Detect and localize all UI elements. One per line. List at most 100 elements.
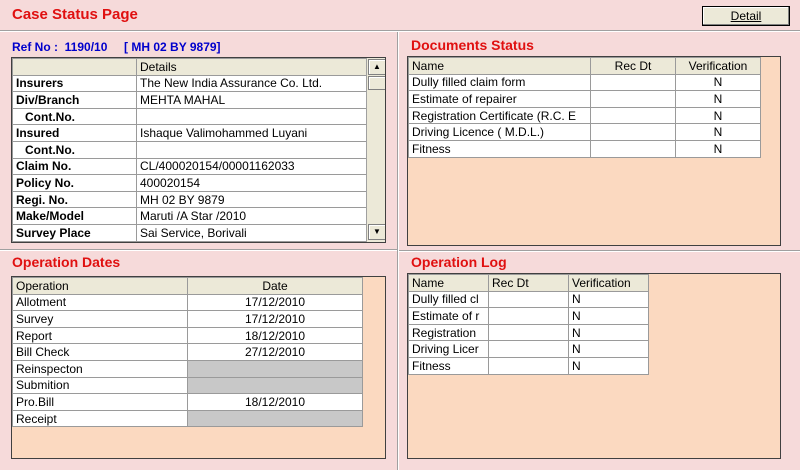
details-value <box>136 140 367 159</box>
table-row[interactable]: Bill Check 27/12/2010 <box>12 343 363 361</box>
table-cell: Driving Licer <box>408 340 489 358</box>
operation-dates-table: Operation Date Allotment 17/12/2010 Survey 1… <box>12 277 363 428</box>
table-row[interactable]: Registration Certificate (R.C. E N <box>408 106 761 125</box>
column-header[interactable]: Rec Dt <box>590 57 676 75</box>
operation-dates-header-row: Operation Date <box>12 277 363 295</box>
details-label: Div/Branch <box>12 91 137 109</box>
table-cell: Fitness <box>408 356 489 375</box>
table-row[interactable]: Cont.No. <box>12 140 367 159</box>
table-cell: Survey <box>12 310 188 328</box>
table-cell: N <box>568 290 649 309</box>
table-row[interactable]: Insured Ishaque Valimohammed Luyani <box>12 124 367 142</box>
table-row[interactable]: Cont.No. <box>12 107 367 126</box>
details-grid[interactable]: Details Insurers The New India Assurance … <box>11 57 386 243</box>
column-header[interactable]: Verification <box>675 57 761 75</box>
details-value: Sai Service, Borivali <box>136 223 367 242</box>
table-row[interactable]: Estimate of repairer N <box>408 90 761 108</box>
scroll-thumb[interactable] <box>368 76 385 90</box>
table-cell: Estimate of repairer <box>408 90 591 108</box>
details-label: Insurers <box>12 74 137 93</box>
table-cell: N <box>675 90 761 108</box>
table-row[interactable]: Fitness N <box>408 139 761 158</box>
table-cell <box>488 307 569 325</box>
column-header[interactable]: Name <box>408 57 591 75</box>
details-label: Regi. No. <box>12 190 137 209</box>
details-label: Make/Model <box>12 207 137 225</box>
details-value: Ishaque Valimohammed Luyani <box>136 124 367 142</box>
table-row[interactable]: Claim No. CL/400020154/00001162033 <box>12 157 367 176</box>
column-header[interactable]: Name <box>408 274 489 292</box>
documents-status-grid[interactable]: Name Rec Dt Verification Dully filled clai… <box>407 56 781 246</box>
table-cell: Pro.Bill <box>12 393 188 411</box>
table-row[interactable]: Div/Branch MEHTA MAHAL <box>12 91 367 109</box>
table-cell <box>488 340 569 358</box>
table-cell: N <box>675 73 761 92</box>
table-row[interactable]: Allotment 17/12/2010 <box>12 293 363 312</box>
documents-header-row: Name Rec Dt Verification <box>408 57 761 75</box>
details-value: CL/400020154/00001162033 <box>136 157 367 176</box>
table-cell: N <box>568 323 649 342</box>
details-label: Cont.No. <box>12 140 137 159</box>
table-row[interactable]: Reinspecton <box>12 359 363 378</box>
table-cell: Registration <box>408 323 489 342</box>
table-cell: Receipt <box>12 409 188 428</box>
table-row[interactable]: Driving Licer N <box>408 340 649 358</box>
table-row[interactable]: Submition <box>12 376 363 395</box>
details-scrollbar[interactable]: ▲ ▼ <box>366 58 385 242</box>
table-row[interactable]: Survey Place Sai Service, Borivali <box>12 223 367 242</box>
table-row[interactable]: Regi. No. MH 02 BY 9879 <box>12 190 367 209</box>
table-cell <box>187 359 363 378</box>
table-row[interactable]: Dully filled claim form N <box>408 73 761 92</box>
operation-log-table: Name Rec Dt Verification Dully filled cl N E… <box>408 274 649 375</box>
table-row[interactable]: Make/Model Maruti /A Star /2010 <box>12 207 367 225</box>
details-value: MEHTA MAHAL <box>136 91 367 109</box>
details-value: 400020154 <box>136 174 367 192</box>
table-cell: Dully filled claim form <box>408 73 591 92</box>
column-header[interactable]: Operation <box>12 277 188 295</box>
table-cell <box>187 409 363 428</box>
table-row[interactable]: Report 18/12/2010 <box>12 326 363 345</box>
table-cell: Registration Certificate (R.C. E <box>408 106 591 125</box>
details-label: Insured <box>12 124 137 142</box>
table-cell: N <box>568 356 649 375</box>
table-cell <box>590 123 676 141</box>
table-cell: 18/12/2010 <box>187 393 363 411</box>
table-cell: Dully filled cl <box>408 290 489 309</box>
table-row[interactable]: Estimate of r N <box>408 307 649 325</box>
details-header-blank <box>12 58 137 76</box>
table-cell: N <box>568 307 649 325</box>
table-row[interactable]: Insurers The New India Assurance Co. Ltd. <box>12 74 367 93</box>
table-row[interactable]: Receipt <box>12 409 363 428</box>
ref-number: Ref No : 1190/10 [ MH 02 BY 9879] <box>12 40 221 54</box>
column-header[interactable]: Verification <box>568 274 649 292</box>
table-cell: Estimate of r <box>408 307 489 325</box>
detail-button[interactable]: Detail <box>702 6 790 26</box>
table-row[interactable]: Pro.Bill 18/12/2010 <box>12 393 363 411</box>
table-row[interactable]: Dully filled cl N <box>408 290 649 309</box>
table-cell: Reinspecton <box>12 359 188 378</box>
column-header[interactable]: Rec Dt <box>488 274 569 292</box>
details-label: Claim No. <box>12 157 137 176</box>
operation-dates-grid[interactable]: Operation Date Allotment 17/12/2010 Survey 1… <box>11 276 386 459</box>
details-table: Details Insurers The New India Assurance … <box>12 58 367 242</box>
table-row[interactable]: Policy No. 400020154 <box>12 174 367 192</box>
details-label: Policy No. <box>12 174 137 192</box>
table-cell: Bill Check <box>12 343 188 361</box>
operation-log-grid[interactable]: Name Rec Dt Verification Dully filled cl N E… <box>407 273 781 459</box>
scroll-down-icon[interactable]: ▼ <box>368 224 385 240</box>
header-divider <box>0 30 800 32</box>
table-row[interactable]: Fitness N <box>408 356 649 375</box>
table-cell <box>488 290 569 309</box>
table-cell <box>488 356 569 375</box>
table-row[interactable]: Registration N <box>408 323 649 342</box>
page-title: Case Status Page <box>12 6 138 23</box>
table-cell <box>488 323 569 342</box>
scroll-up-icon[interactable]: ▲ <box>368 59 385 75</box>
table-cell: N <box>675 139 761 158</box>
column-header[interactable]: Date <box>187 277 363 295</box>
table-cell: N <box>568 340 649 358</box>
table-row[interactable]: Survey 17/12/2010 <box>12 310 363 328</box>
detail-button-label: Detail <box>730 9 762 23</box>
left-divider <box>0 249 397 251</box>
table-row[interactable]: Driving Licence ( M.D.L.) N <box>408 123 761 141</box>
